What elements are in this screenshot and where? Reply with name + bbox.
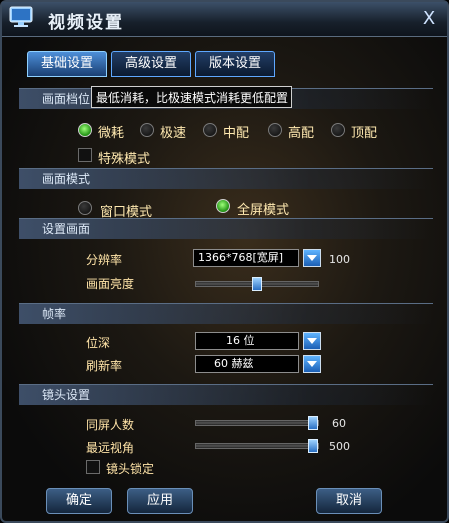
- same-screen-slider-thumb[interactable]: [308, 416, 318, 430]
- section-screen: 设置画面: [19, 218, 433, 239]
- refresh-rate-value: 60 赫兹: [195, 355, 299, 373]
- brightness-label: 画面亮度: [86, 277, 135, 291]
- chevron-down-icon[interactable]: [303, 332, 321, 350]
- radio-quality-fast[interactable]: [140, 123, 154, 137]
- resolution-label: 分辨率: [86, 253, 123, 267]
- bit-depth-value: 16 位: [195, 332, 299, 350]
- title-bar[interactable]: 视频设置 X: [2, 2, 447, 37]
- radio-quality-fast-label: 极速: [160, 126, 187, 141]
- view-distance-slider[interactable]: [195, 439, 319, 453]
- tab-basic-settings[interactable]: 基础设置: [27, 51, 107, 77]
- radio-fullscreen-mode[interactable]: [216, 199, 230, 213]
- radio-quality-medium[interactable]: [203, 123, 217, 137]
- radio-window-mode[interactable]: [78, 201, 92, 215]
- view-distance-slider-thumb[interactable]: [308, 439, 318, 453]
- section-frame-rate-label: 帧率: [42, 307, 67, 321]
- resolution-extra-value: 100: [329, 253, 350, 266]
- section-screen-label: 设置画面: [42, 222, 91, 236]
- brightness-slider[interactable]: [195, 277, 319, 291]
- section-display-mode: 画面模式: [19, 168, 433, 189]
- radio-quality-high[interactable]: [268, 123, 282, 137]
- monitor-icon: [9, 6, 33, 27]
- same-screen-value: 60: [332, 417, 346, 430]
- apply-button[interactable]: 应用: [127, 488, 193, 514]
- resolution-select[interactable]: 1366*768[宽屏]: [193, 249, 321, 267]
- special-mode-label: 特殊模式: [98, 152, 151, 167]
- refresh-rate-label: 刷新率: [86, 359, 123, 373]
- radio-fullscreen-mode-label: 全屏模式: [237, 203, 290, 218]
- radio-quality-minimal-label: 微耗: [98, 126, 125, 141]
- cancel-button[interactable]: 取消: [316, 488, 382, 514]
- radio-quality-high-label: 高配: [288, 126, 315, 141]
- view-distance-label: 最远视角: [86, 441, 135, 455]
- tooltip: 最低消耗，比极速模式消耗更低配置: [91, 86, 292, 108]
- section-frame-rate: 帧率: [19, 303, 433, 324]
- section-camera-label: 镜头设置: [42, 388, 91, 402]
- same-screen-label: 同屏人数: [86, 418, 135, 432]
- window-title: 视频设置: [48, 13, 124, 33]
- brightness-slider-thumb[interactable]: [252, 277, 262, 291]
- resolution-value: 1366*768[宽屏]: [193, 249, 299, 267]
- same-screen-slider[interactable]: [195, 416, 319, 430]
- chevron-down-icon[interactable]: [303, 355, 321, 373]
- close-button[interactable]: X: [419, 9, 439, 29]
- section-camera: 镜头设置: [19, 384, 433, 405]
- bit-depth-select[interactable]: 16 位: [195, 332, 321, 350]
- camera-lock-label: 镜头锁定: [106, 462, 155, 476]
- section-display-mode-label: 画面模式: [42, 172, 91, 186]
- section-quality-label: 画面档位: [42, 92, 91, 106]
- bit-depth-label: 位深: [86, 336, 111, 350]
- radio-quality-minimal[interactable]: [78, 123, 92, 137]
- video-settings-window: 视频设置 X 基础设置 高级设置 版本设置 画面档位 最低消耗，比极速模式消耗更…: [0, 0, 449, 523]
- view-distance-value: 500: [329, 440, 350, 453]
- radio-quality-medium-label: 中配: [223, 126, 250, 141]
- tab-version-settings[interactable]: 版本设置: [195, 51, 275, 77]
- tab-advanced-settings[interactable]: 高级设置: [111, 51, 191, 77]
- refresh-rate-select[interactable]: 60 赫兹: [195, 355, 321, 373]
- radio-quality-top[interactable]: [331, 123, 345, 137]
- special-mode-checkbox[interactable]: [78, 148, 92, 162]
- chevron-down-icon[interactable]: [303, 249, 321, 267]
- camera-lock-checkbox[interactable]: [86, 460, 100, 474]
- ok-button[interactable]: 确定: [46, 488, 112, 514]
- radio-quality-top-label: 顶配: [351, 126, 378, 141]
